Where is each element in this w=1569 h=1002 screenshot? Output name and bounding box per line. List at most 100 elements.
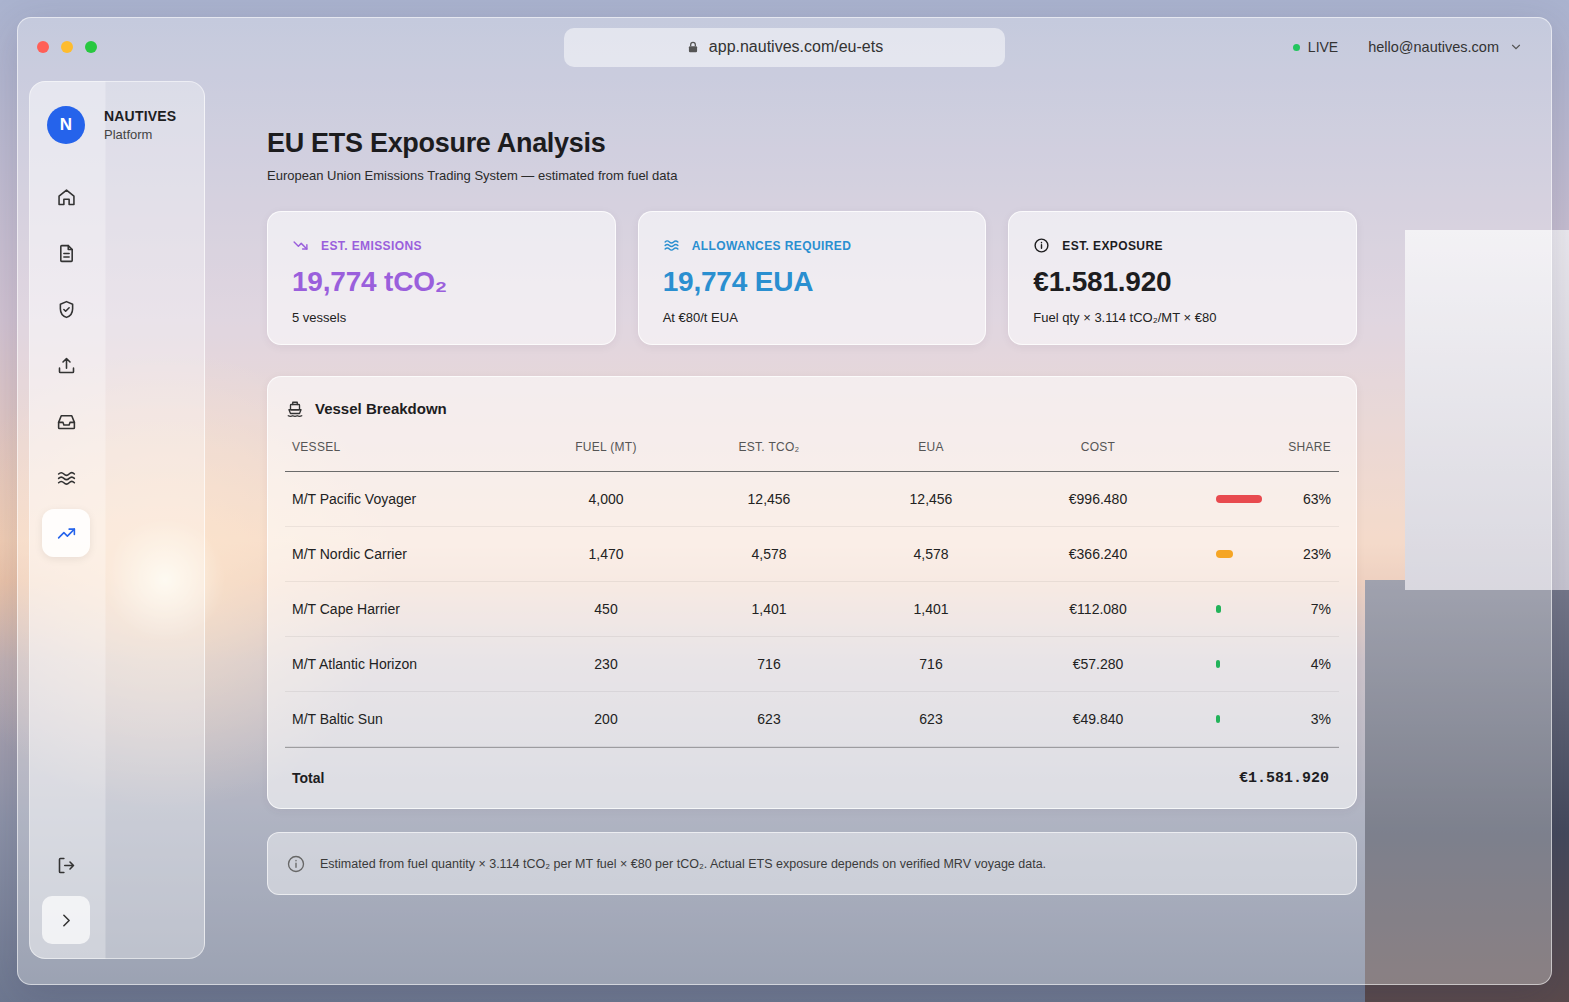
vessel-cell: M/T Cape Harrier: [285, 601, 541, 617]
table-header: VESSELFUEL (MT)EST. TCO₂EUACOSTSHARE: [285, 419, 1339, 472]
live-status: LIVE: [1293, 39, 1338, 55]
card-label: ALLOWANCES REQUIRED: [663, 237, 970, 254]
column-header[interactable]: FUEL (MT): [541, 419, 671, 471]
sidebar-item[interactable]: [42, 173, 90, 221]
logout-icon: [56, 855, 77, 876]
summary-card: EST. EXPOSURE€1.581.920Fuel qty × 3.114 …: [1008, 211, 1357, 345]
url-text: app.nautives.com/eu-ets: [709, 38, 883, 56]
cost-cell: €996.480: [995, 491, 1201, 507]
table-row[interactable]: M/T Nordic Carrier1,4704,5784,578€366.24…: [285, 527, 1339, 582]
info-icon: [1033, 237, 1050, 254]
share-percent: 3%: [1311, 711, 1331, 727]
sidebar: NNAUTIVESPlatform: [29, 81, 205, 959]
total-row: Total €1.581.920: [285, 747, 1339, 808]
trending-down-icon: [292, 237, 309, 254]
vessel-cell: M/T Pacific Voyager: [285, 491, 541, 507]
fuel-cell: 1,470: [541, 546, 671, 562]
brand-name: NAUTIVES: [104, 108, 176, 124]
share-cell: 7%: [1201, 601, 1341, 617]
panel-header: Vessel Breakdown: [285, 399, 1339, 419]
footnote-text: Estimated from fuel quantity × 3.114 tCO…: [320, 857, 1046, 871]
share-bar: [1216, 660, 1290, 668]
brand[interactable]: NNAUTIVESPlatform: [30, 106, 204, 144]
total-value: €1.581.920: [1239, 770, 1329, 787]
sidebar-item[interactable]: [42, 509, 90, 557]
desktop-background: app.nautives.com/eu-ets LIVE hello@nautive…: [0, 0, 1569, 1002]
cost-cell: €57.280: [995, 656, 1201, 672]
address-bar[interactable]: app.nautives.com/eu-ets: [564, 28, 1005, 67]
sidebar-nav: [30, 173, 204, 557]
share-bar: [1216, 605, 1290, 613]
card-label: EST. EMISSIONS: [292, 237, 599, 254]
column-header[interactable]: EUA: [867, 419, 995, 471]
share-percent: 23%: [1303, 546, 1331, 562]
expand-button[interactable]: [42, 896, 90, 944]
cost-cell: €49.840: [995, 711, 1201, 727]
panel-title: Vessel Breakdown: [315, 399, 447, 419]
close-button[interactable]: [37, 41, 49, 53]
vessel-cell: M/T Baltic Sun: [285, 711, 541, 727]
column-header[interactable]: SHARE: [1201, 419, 1341, 471]
summary-card: ALLOWANCES REQUIRED19,774 EUAAt €80/t EU…: [638, 211, 987, 345]
table-row[interactable]: M/T Baltic Sun200623623€49.8403%: [285, 692, 1339, 747]
fuel-cell: 4,000: [541, 491, 671, 507]
sidebar-item[interactable]: [42, 285, 90, 333]
column-header[interactable]: EST. TCO₂: [671, 419, 867, 471]
brand-subtitle: Platform: [104, 127, 176, 142]
total-label: Total: [292, 770, 324, 786]
eua-cell: 623: [867, 711, 995, 727]
fuel-cell: 450: [541, 601, 671, 617]
summary-card: EST. EMISSIONS 19,774 tCO₂ 5 vessels: [267, 211, 616, 345]
waves-icon: [56, 467, 77, 488]
minimize-button[interactable]: [61, 41, 73, 53]
user-menu[interactable]: hello@nautives.com: [1368, 39, 1523, 55]
table-row[interactable]: M/T Cape Harrier4501,4011,401€112.0807%: [285, 582, 1339, 637]
logout-button[interactable]: [42, 841, 90, 889]
card-label: EST. EXPOSURE: [1033, 237, 1340, 254]
tco2-cell: 1,401: [671, 601, 867, 617]
tco2-cell: 623: [671, 711, 867, 727]
card-value: 19,774 tCO₂: [292, 265, 599, 299]
table-row[interactable]: M/T Atlantic Horizon230716716€57.2804%: [285, 637, 1339, 692]
share-bar-fill: [1216, 495, 1262, 503]
table-row[interactable]: M/T Pacific Voyager4,00012,45612,456€996…: [285, 472, 1339, 527]
lock-icon: [686, 40, 700, 54]
summary-cards: EST. EMISSIONS 19,774 tCO₂ 5 vessels ALLOWA…: [267, 211, 1357, 345]
live-label: LIVE: [1308, 39, 1338, 55]
waves-icon: [663, 237, 680, 254]
eua-cell: 4,578: [867, 546, 995, 562]
share-percent: 4%: [1311, 656, 1331, 672]
main-content: EU ETS Exposure Analysis European Union E…: [267, 76, 1357, 984]
user-email: hello@nautives.com: [1368, 39, 1499, 55]
sidebar-item[interactable]: [42, 453, 90, 501]
sidebar-item[interactable]: [42, 229, 90, 277]
share-percent: 63%: [1303, 491, 1331, 507]
maximize-button[interactable]: [85, 41, 97, 53]
share-cell: 23%: [1201, 546, 1341, 562]
card-value: 19,774 EUA: [663, 265, 970, 299]
card-note: 5 vessels: [292, 309, 599, 327]
share-bar-fill: [1216, 660, 1220, 668]
sidebar-footer: [30, 841, 204, 944]
tco2-cell: 12,456: [671, 491, 867, 507]
sidebar-item[interactable]: [42, 397, 90, 445]
footnote: Estimated from fuel quantity × 3.114 tCO…: [267, 832, 1357, 895]
tco2-cell: 4,578: [671, 546, 867, 562]
fuel-cell: 230: [541, 656, 671, 672]
vessel-cell: M/T Nordic Carrier: [285, 546, 541, 562]
share-bar-fill: [1216, 550, 1233, 558]
title-bar-right: LIVE hello@nautives.com: [1005, 39, 1551, 55]
page-title: EU ETS Exposure Analysis: [267, 126, 1357, 160]
shield-icon: [56, 299, 77, 320]
upload-icon: [56, 355, 77, 376]
column-header[interactable]: VESSEL: [285, 419, 541, 471]
cost-cell: €112.080: [995, 601, 1201, 617]
chevron-down-icon: [1509, 40, 1523, 54]
sidebar-item[interactable]: [42, 341, 90, 389]
page-subtitle: European Union Emissions Trading System …: [267, 167, 1357, 185]
info-icon: [286, 854, 306, 874]
vessel-breakdown-panel: Vessel BreakdownVESSELFUEL (MT)EST. TCO₂…: [267, 376, 1357, 809]
inbox-icon: [56, 411, 77, 432]
share-bar-fill: [1216, 605, 1221, 613]
column-header[interactable]: COST: [995, 419, 1201, 471]
